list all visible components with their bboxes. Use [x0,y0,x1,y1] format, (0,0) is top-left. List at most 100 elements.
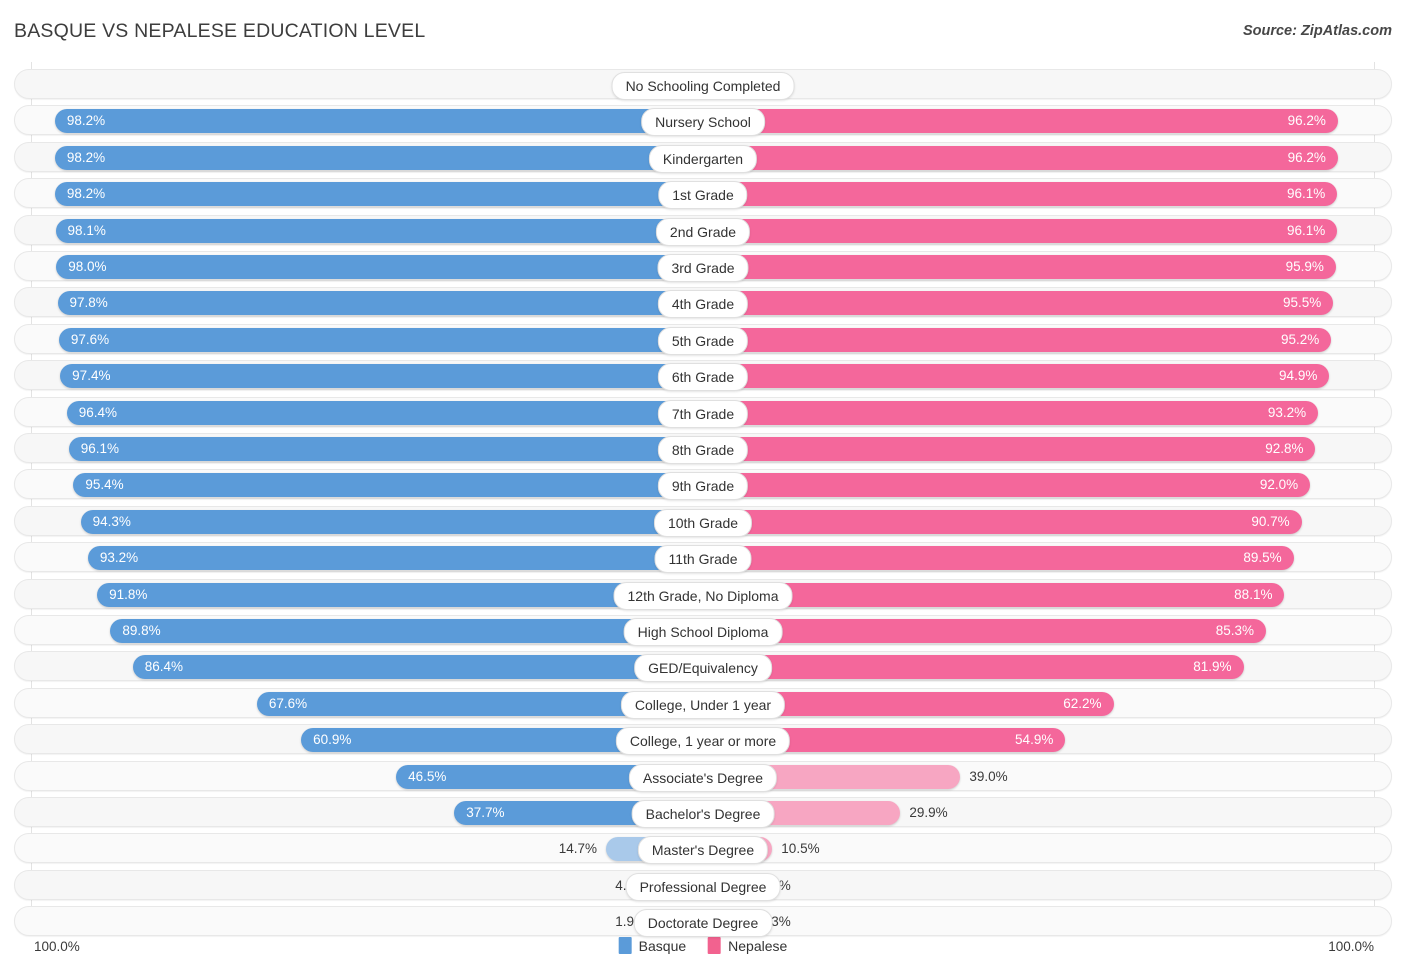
bar-basque: 95.4% [73,473,703,498]
bar-value-basque: 96.1% [80,441,120,456]
page-title: BASQUE VS NEPALESE EDUCATION LEVEL [14,20,426,42]
legend-item-basque[interactable]: Basque [618,937,686,954]
bar-nepalese: 96.2% [703,145,1338,170]
table-row[interactable]: 60.9% 54.9% College, 1 year or more [14,724,1392,756]
bar-value-basque: 98.0% [68,259,107,274]
category-label: Nursery School [641,108,765,137]
table-row[interactable]: 96.1% 92.8% 8th Grade [14,433,1392,464]
table-row[interactable]: 86.4% 81.9% GED/Equivalency [14,651,1392,683]
bar-value-nepalese: 92.8% [1265,441,1304,456]
bar-nepalese: 95.5% [703,291,1334,316]
category-label: No Schooling Completed [611,72,795,100]
bar-basque: 98.1% [55,218,703,243]
bar-value-nepalese: 29.9% [909,805,948,820]
bar-nepalese: 95.9% [703,255,1336,279]
axis-max-left: 100.0% [34,939,80,954]
category-label: Associate's Degree [628,763,778,792]
bar-value-nepalese: 96.2% [1287,113,1326,129]
legend-label: Nepalese [728,937,788,954]
bar-value-nepalese: 95.9% [1285,259,1324,274]
category-label: 10th Grade [653,508,753,537]
bar-value-basque: 60.9% [313,732,352,748]
bar-value-nepalese: 89.5% [1243,550,1282,566]
bar-basque: 86.4% [132,655,703,680]
category-label: 6th Grade [657,363,749,392]
bar-value-basque: 94.3% [92,513,131,529]
table-row[interactable]: 94.3% 90.7% 10th Grade [14,505,1392,537]
bar-nepalese: 96.1% [703,182,1338,207]
table-row[interactable]: 98.2% 96.1% 1st Grade [14,178,1392,210]
table-row[interactable]: 97.4% 94.9% 6th Grade [14,360,1392,392]
legend-item-nepalese[interactable]: Nepalese [708,937,787,954]
legend-swatch-icon [618,937,632,954]
category-label: College, 1 year or more [615,727,791,756]
bar-basque: 98.2% [54,109,703,134]
bar-value-basque: 91.8% [109,586,148,602]
bar-value-basque: 86.4% [144,659,184,675]
bar-nepalese: 92.8% [703,437,1316,461]
table-row[interactable]: 4.6%3.2%Professional Degree [14,869,1392,901]
bar-value-nepalese: 81.9% [1193,659,1232,675]
table-row[interactable]: 98.2% 96.2% Nursery School [14,105,1392,137]
bar-nepalese: 96.2% [703,109,1338,134]
category-label: 2nd Grade [655,217,751,246]
chart-legend: Basque Nepalese [618,937,787,954]
bar-basque: 89.8% [110,619,703,643]
bar-value-basque: 95.4% [85,477,124,493]
bar-nepalese: 96.1% [703,218,1338,243]
bar-value-nepalese: 94.9% [1279,368,1318,384]
table-row[interactable]: 37.7% 29.9% Bachelor's Degree [14,797,1392,828]
table-row[interactable]: 98.2% 96.2% Kindergarten [14,141,1392,173]
category-label: Bachelor's Degree [631,800,775,828]
bar-basque: 97.8% [57,291,703,316]
bar-value-basque: 96.4% [78,404,118,420]
table-row[interactable]: 96.4% 93.2% 7th Grade [14,396,1392,428]
bar-value-nepalese: 54.9% [1015,732,1054,748]
bar-nepalese: 81.9% [703,655,1244,680]
bar-basque: 96.1% [68,437,703,461]
category-label: 4th Grade [657,290,749,319]
bar-nepalese: 92.0% [703,473,1311,498]
category-label: 3rd Grade [657,254,749,282]
table-row[interactable]: 67.6% 62.2% College, Under 1 year [14,687,1392,719]
category-label: GED/Equivalency [634,654,772,683]
bar-value-nepalese: 95.2% [1281,331,1320,347]
table-row[interactable]: 97.6% 95.2% 5th Grade [14,323,1392,355]
table-row[interactable]: 89.8% 85.3% High School Diploma [14,615,1392,646]
table-row[interactable]: 97.8% 95.5% 4th Grade [14,287,1392,319]
category-label: College, Under 1 year [620,690,786,719]
chart-plot-area: 1.8%3.8%No Schooling Completed 98.2% 96.2%… [14,62,1392,938]
table-row[interactable]: 1.9% 1.3% Doctorate Degree [14,906,1392,938]
bar-nepalese: 93.2% [703,400,1319,425]
bar-value-basque: 46.5% [408,768,447,784]
category-label: Professional Degree [625,872,781,901]
legend-swatch-icon [708,937,722,954]
bar-nepalese: 89.5% [703,546,1294,571]
bar-value-nepalese: 10.5% [781,841,820,857]
table-row[interactable]: 1.8%3.8%No Schooling Completed [14,69,1392,100]
bar-value-nepalese: 62.2% [1063,695,1102,711]
bar-value-nepalese: 39.0% [969,768,1008,784]
bar-basque: 97.4% [60,364,703,389]
table-row[interactable]: 93.2% 89.5% 11th Grade [14,542,1392,574]
bar-value-basque: 98.2% [66,149,106,165]
bar-basque: 98.0% [56,255,703,279]
category-label: 11th Grade [654,545,752,574]
table-row[interactable]: 14.7% 10.5% Master's Degree [14,833,1392,865]
table-row[interactable]: 46.5% 39.0% Associate's Degree [14,760,1392,792]
bar-value-nepalese: 96.2% [1287,149,1326,165]
category-label: 12th Grade, No Diploma [613,581,793,610]
table-row[interactable]: 91.8% 88.1% 12th Grade, No Diploma [14,578,1392,610]
bar-value-nepalese: 85.3% [1215,623,1254,638]
chart-rows: 1.8%3.8%No Schooling Completed 98.2% 96.2%… [14,62,1392,938]
table-row[interactable]: 98.1% 96.1% 2nd Grade [14,214,1392,246]
bar-basque: 98.2% [54,145,703,170]
bar-basque: 93.2% [87,546,703,571]
bar-basque: 98.2% [54,182,703,207]
table-row[interactable]: 95.4% 92.0% 9th Grade [14,469,1392,501]
bar-value-basque: 67.6% [268,695,308,711]
table-row[interactable]: 98.0% 95.9% 3rd Grade [14,251,1392,282]
chart-header: BASQUE VS NEPALESE EDUCATION LEVEL Sourc… [0,0,1406,62]
source-attribution: Source: ZipAtlas.com [1242,23,1392,39]
bar-basque: 91.8% [97,582,703,607]
